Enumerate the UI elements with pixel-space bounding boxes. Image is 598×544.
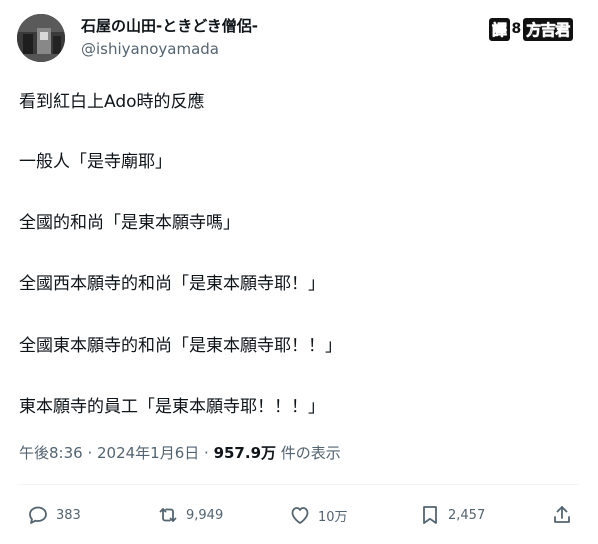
repost-button[interactable]: 9,949: [156, 503, 223, 527]
share-button[interactable]: [550, 503, 574, 527]
bookmark-icon: [418, 503, 442, 527]
tweet-text-line: 一般人「是寺廟耶」: [19, 152, 172, 172]
share-icon: [550, 503, 574, 527]
tweet-text-line: 看到紅白上Ado時的反應: [19, 92, 205, 112]
view-count: 957.9万: [213, 444, 277, 462]
translator-watermark: 譯 8 方吉君: [489, 17, 573, 41]
like-button[interactable]: 10万: [288, 503, 348, 527]
tweet-text-line: 全國西本願寺的和尚「是東本願寺耶！」: [19, 274, 325, 294]
tweet-card: 石屋の山田-ときどき僧侶- @ishiyanoyamada 譯 8 方吉君 看到…: [0, 0, 598, 544]
bookmark-count: 2,457: [448, 507, 486, 523]
like-icon: [288, 503, 312, 527]
reply-button[interactable]: 383: [26, 503, 81, 527]
author-display-name[interactable]: 石屋の山田-ときどき僧侶-: [81, 15, 258, 36]
tweet-text-line: 東本願寺的員工「是東本願寺耶！！！」: [19, 397, 325, 417]
bookmark-button[interactable]: 2,457: [418, 503, 485, 527]
reply-icon: [26, 503, 50, 527]
divider: [19, 484, 579, 485]
reply-count: 383: [56, 507, 81, 523]
author-handle[interactable]: @ishiyanoyamada: [81, 40, 219, 58]
tweet-text-line: 全國的和尚「是東本願寺嗎」: [19, 213, 240, 233]
view-count-suffix: 件の表示: [276, 444, 341, 462]
translator-badge-part3: 方吉君: [523, 17, 573, 41]
avatar[interactable]: [17, 14, 65, 62]
repost-count: 9,949: [186, 507, 224, 523]
like-count: 10万: [318, 509, 348, 525]
tweet-text-line: 全國東本願寺的和尚「是東本願寺耶！！」: [19, 336, 342, 356]
tweet-timestamp[interactable]: 午後8:36 · 2024年1月6日 ·: [19, 444, 214, 462]
translator-badge-part1: 譯: [489, 17, 510, 41]
repost-icon: [156, 503, 180, 527]
translator-badge-part2: 8: [511, 21, 522, 37]
tweet-meta: 午後8:36 · 2024年1月6日 · 957.9万 件の表示: [19, 442, 341, 463]
